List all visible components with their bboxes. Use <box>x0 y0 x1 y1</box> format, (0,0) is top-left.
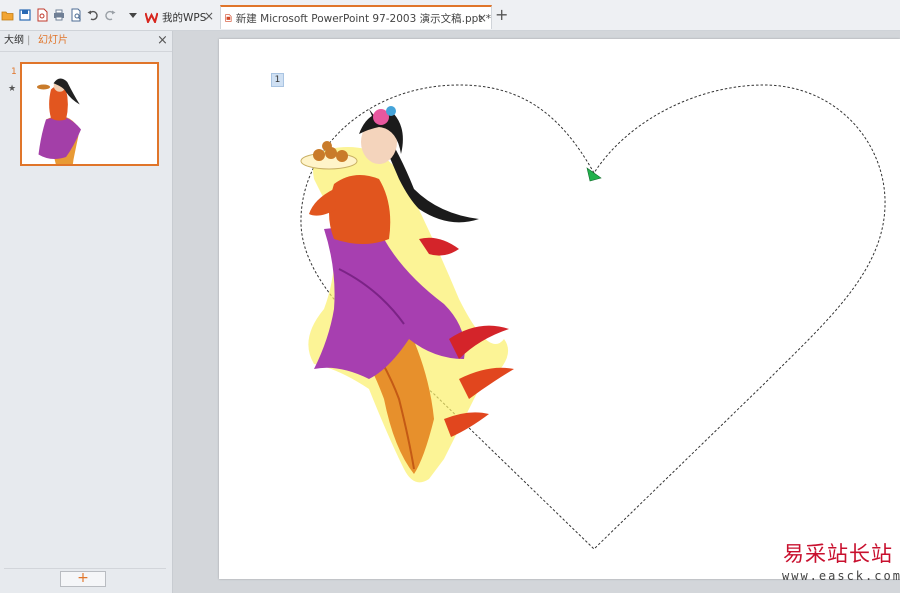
open-icon[interactable] <box>1 8 15 22</box>
add-slide-button[interactable]: + <box>60 571 106 587</box>
path-start-marker-icon[interactable] <box>586 167 602 182</box>
slide-thumbnail[interactable] <box>20 62 159 166</box>
tab-label: 我的WPS <box>162 11 207 24</box>
tab-document[interactable]: 新建 Microsoft PowerPoint 97-2003 演示文稿.ppt… <box>220 5 492 29</box>
tab-separator: | <box>27 35 31 46</box>
tab-outline[interactable]: 大纲 <box>4 35 24 47</box>
undo-icon[interactable] <box>86 8 100 22</box>
new-tab-button[interactable]: + <box>495 6 508 24</box>
tab-my-wps[interactable]: 我的WPS × <box>142 5 218 29</box>
tab-slides[interactable]: 幻灯片 <box>38 35 68 47</box>
slide-canvas[interactable]: 1 <box>219 39 900 579</box>
tab-label: 新建 Microsoft PowerPoint 97-2003 演示文稿.ppt… <box>235 12 491 25</box>
ppt-file-icon <box>225 14 232 22</box>
animation-order-badge[interactable]: 1 <box>271 73 284 87</box>
print-icon[interactable] <box>52 8 66 22</box>
panel-divider <box>4 568 166 569</box>
close-tab-icon[interactable]: × <box>477 12 487 24</box>
slide-content <box>300 84 886 550</box>
close-panel-icon[interactable]: × <box>157 34 168 47</box>
redo-icon[interactable] <box>103 8 117 22</box>
save-icon[interactable] <box>18 8 32 22</box>
panel-tabs: 大纲 | 幻灯片 × <box>0 31 172 52</box>
watermark-title: 易采站长站 <box>783 542 893 566</box>
title-bar: 我的WPS × 新建 Microsoft PowerPoint 97-2003 … <box>0 0 900 31</box>
thumbnail-figure <box>37 78 81 164</box>
site-watermark: 易采站长站 www.easck.com <box>779 537 900 593</box>
export-pdf-icon[interactable] <box>35 8 49 22</box>
slides-panel: 大纲 | 幻灯片 × 1 ★ + <box>0 31 173 593</box>
watermark-url: www.easck.com <box>782 569 900 583</box>
close-tab-icon[interactable]: × <box>204 10 214 22</box>
wps-logo-icon <box>145 12 158 23</box>
customize-dropdown-icon[interactable] <box>126 8 140 22</box>
print-preview-icon[interactable] <box>69 8 83 22</box>
slide-number: 1 <box>11 67 17 77</box>
chang-e-figure[interactable] <box>300 106 514 483</box>
animation-star-icon: ★ <box>8 84 17 94</box>
